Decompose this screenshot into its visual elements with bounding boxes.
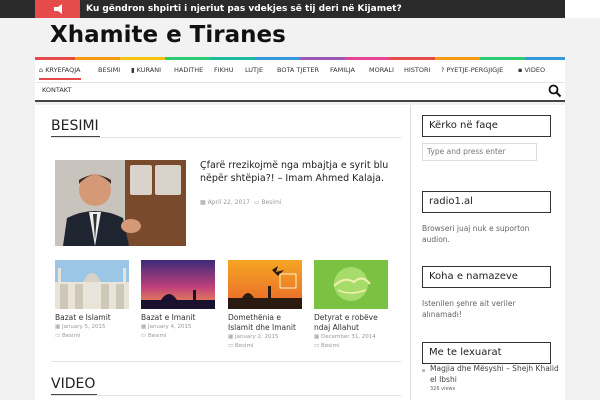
main-content: BESIMI Çfarë rrezikojmë nga mbajtja e sy…: [35, 105, 410, 400]
question-icon: ?: [441, 66, 445, 74]
featured-image[interactable]: [55, 160, 186, 246]
post-card-date: ▦ December 31, 2014: [314, 334, 376, 340]
post-card-category[interactable]: ▭ Besimi: [314, 342, 388, 351]
section-rule: [51, 137, 401, 138]
list-bullet: [422, 369, 425, 372]
calendar-icon: ▦: [141, 324, 147, 330]
news-ticker-text[interactable]: Ku gëndron shpirti i njeriut pas vdekjes…: [86, 0, 402, 18]
widget-title-search: Kërko në faqe: [422, 115, 551, 137]
post-card-category[interactable]: ▭ Besimi: [141, 332, 215, 341]
book-icon: ▮: [131, 66, 135, 74]
post-card-image[interactable]: [228, 260, 302, 309]
post-card-date: ▦ January 4, 2015: [141, 324, 192, 330]
popular-post-title[interactable]: Magjia dhe Mësyshi – Shejh Khalid el Ibs…: [430, 363, 560, 385]
radio-fallback-text: Browseri juaj nuk e suporton audion.: [422, 224, 530, 244]
megaphone-icon: [35, 0, 80, 18]
calendar-icon: ▦: [314, 334, 320, 340]
video-icon: ▪: [518, 66, 523, 74]
calendar-icon: ▦: [55, 324, 61, 330]
nav-item-familja[interactable]: FAMILJA: [330, 60, 355, 80]
nav-item-video[interactable]: ▪ VIDEO: [518, 60, 545, 80]
popular-post-views: 326 views: [430, 386, 456, 392]
post-card[interactable]: Domethënia e Islamit dhe Imanit ▦ Januar…: [228, 260, 302, 351]
featured-post-meta: ▦ April 22, 2017 ▭ Besimi: [200, 199, 281, 206]
post-card-category[interactable]: ▭ Besimi: [228, 342, 302, 351]
main-nav: ⌂ KRYEFAQJA BESIMI ▮ KURANI HADITHE FIKH…: [35, 60, 565, 102]
post-card-date: ▦ January 2, 2015: [228, 334, 279, 340]
site-title[interactable]: Xhamite e Tiranes: [50, 18, 286, 52]
nav-item-morali[interactable]: MORALI: [369, 60, 394, 80]
nav-item-kurani[interactable]: ▮ KURANI: [131, 60, 161, 80]
widget-title-radio: radio1.al: [422, 191, 551, 213]
nav-item-fikhu[interactable]: FIKHU: [214, 60, 234, 80]
nav-item-bota-tjeter[interactable]: BOTA TJETER: [277, 60, 319, 80]
calendar-icon: ▦: [200, 199, 206, 206]
top-bar: Ku gëndron shpirti i njeriut pas vdekjes…: [0, 0, 600, 18]
nav-divider: [35, 82, 565, 83]
folder-icon: ▭: [314, 343, 320, 349]
post-card-title[interactable]: Detyrat e robëve ndaj Allahut: [314, 313, 388, 333]
featured-post-category[interactable]: Besimi: [261, 199, 281, 206]
widget-title-prayer-times: Koha e namazeve: [422, 266, 551, 288]
folder-icon: ▭: [55, 333, 61, 339]
section-rule: [51, 395, 401, 396]
post-card-image[interactable]: [314, 260, 388, 309]
sidebar: Kërko në faqe Type and press enter radio…: [410, 105, 565, 400]
post-card[interactable]: Bazat e Islamit ▦ January 5, 2015 ▭ Besi…: [55, 260, 129, 341]
nav-item-histori[interactable]: HISTORI: [404, 60, 430, 80]
nav-item-hadithe[interactable]: HADITHE: [174, 60, 203, 80]
section-title-video[interactable]: VIDEO: [51, 376, 95, 392]
post-card-title[interactable]: Bazat e Imanit: [141, 313, 215, 323]
post-card-date: ▦ January 5, 2015: [55, 324, 106, 330]
folder-icon: ▭: [253, 199, 260, 206]
post-card[interactable]: Bazat e Imanit ▦ January 4, 2015 ▭ Besim…: [141, 260, 215, 341]
nav-item-besimi[interactable]: BESIMI: [98, 60, 120, 80]
post-card-image[interactable]: [141, 260, 215, 309]
nav-item-kontakt[interactable]: KONTAKT: [42, 80, 72, 100]
featured-post-date: April 22, 2017: [207, 199, 250, 206]
featured-post-title[interactable]: Çfarë rrezikojmë nga mbajtja e syrit blu…: [200, 159, 400, 185]
nav-item-kryefaqja[interactable]: ⌂ KRYEFAQJA: [39, 60, 81, 80]
section-separator: [51, 361, 401, 362]
section-title-besimi[interactable]: BESIMI: [51, 118, 99, 134]
widget-title-popular: Me te lexuarat: [422, 342, 551, 364]
post-card-title[interactable]: Bazat e Islamit: [55, 313, 129, 323]
post-card-image[interactable]: [55, 260, 129, 309]
post-card[interactable]: Detyrat e robëve ndaj Allahut ▦ December…: [314, 260, 388, 351]
folder-icon: ▭: [141, 333, 147, 339]
home-icon: ⌂: [39, 66, 44, 74]
prayer-times-error-text: Istenilen şehre ait veriler alınamadı!: [422, 299, 516, 319]
search-icon[interactable]: [548, 84, 562, 98]
post-card-title[interactable]: Domethënia e Islamit dhe Imanit: [228, 313, 302, 333]
nav-item-pyetje-pergjigje[interactable]: ? PYETJE-PERGJIGJE: [441, 60, 503, 80]
post-card-category[interactable]: ▭ Besimi: [55, 332, 129, 341]
calendar-icon: ▦: [228, 334, 234, 340]
sidebar-search-input[interactable]: Type and press enter: [422, 143, 537, 161]
folder-icon: ▭: [228, 343, 234, 349]
popular-post-item[interactable]: Magjia dhe Mësyshi – Shejh Khalid el Ibs…: [430, 363, 560, 393]
nav-item-lutje[interactable]: LUTJE: [245, 60, 263, 80]
top-bar-corner: [565, 0, 600, 18]
